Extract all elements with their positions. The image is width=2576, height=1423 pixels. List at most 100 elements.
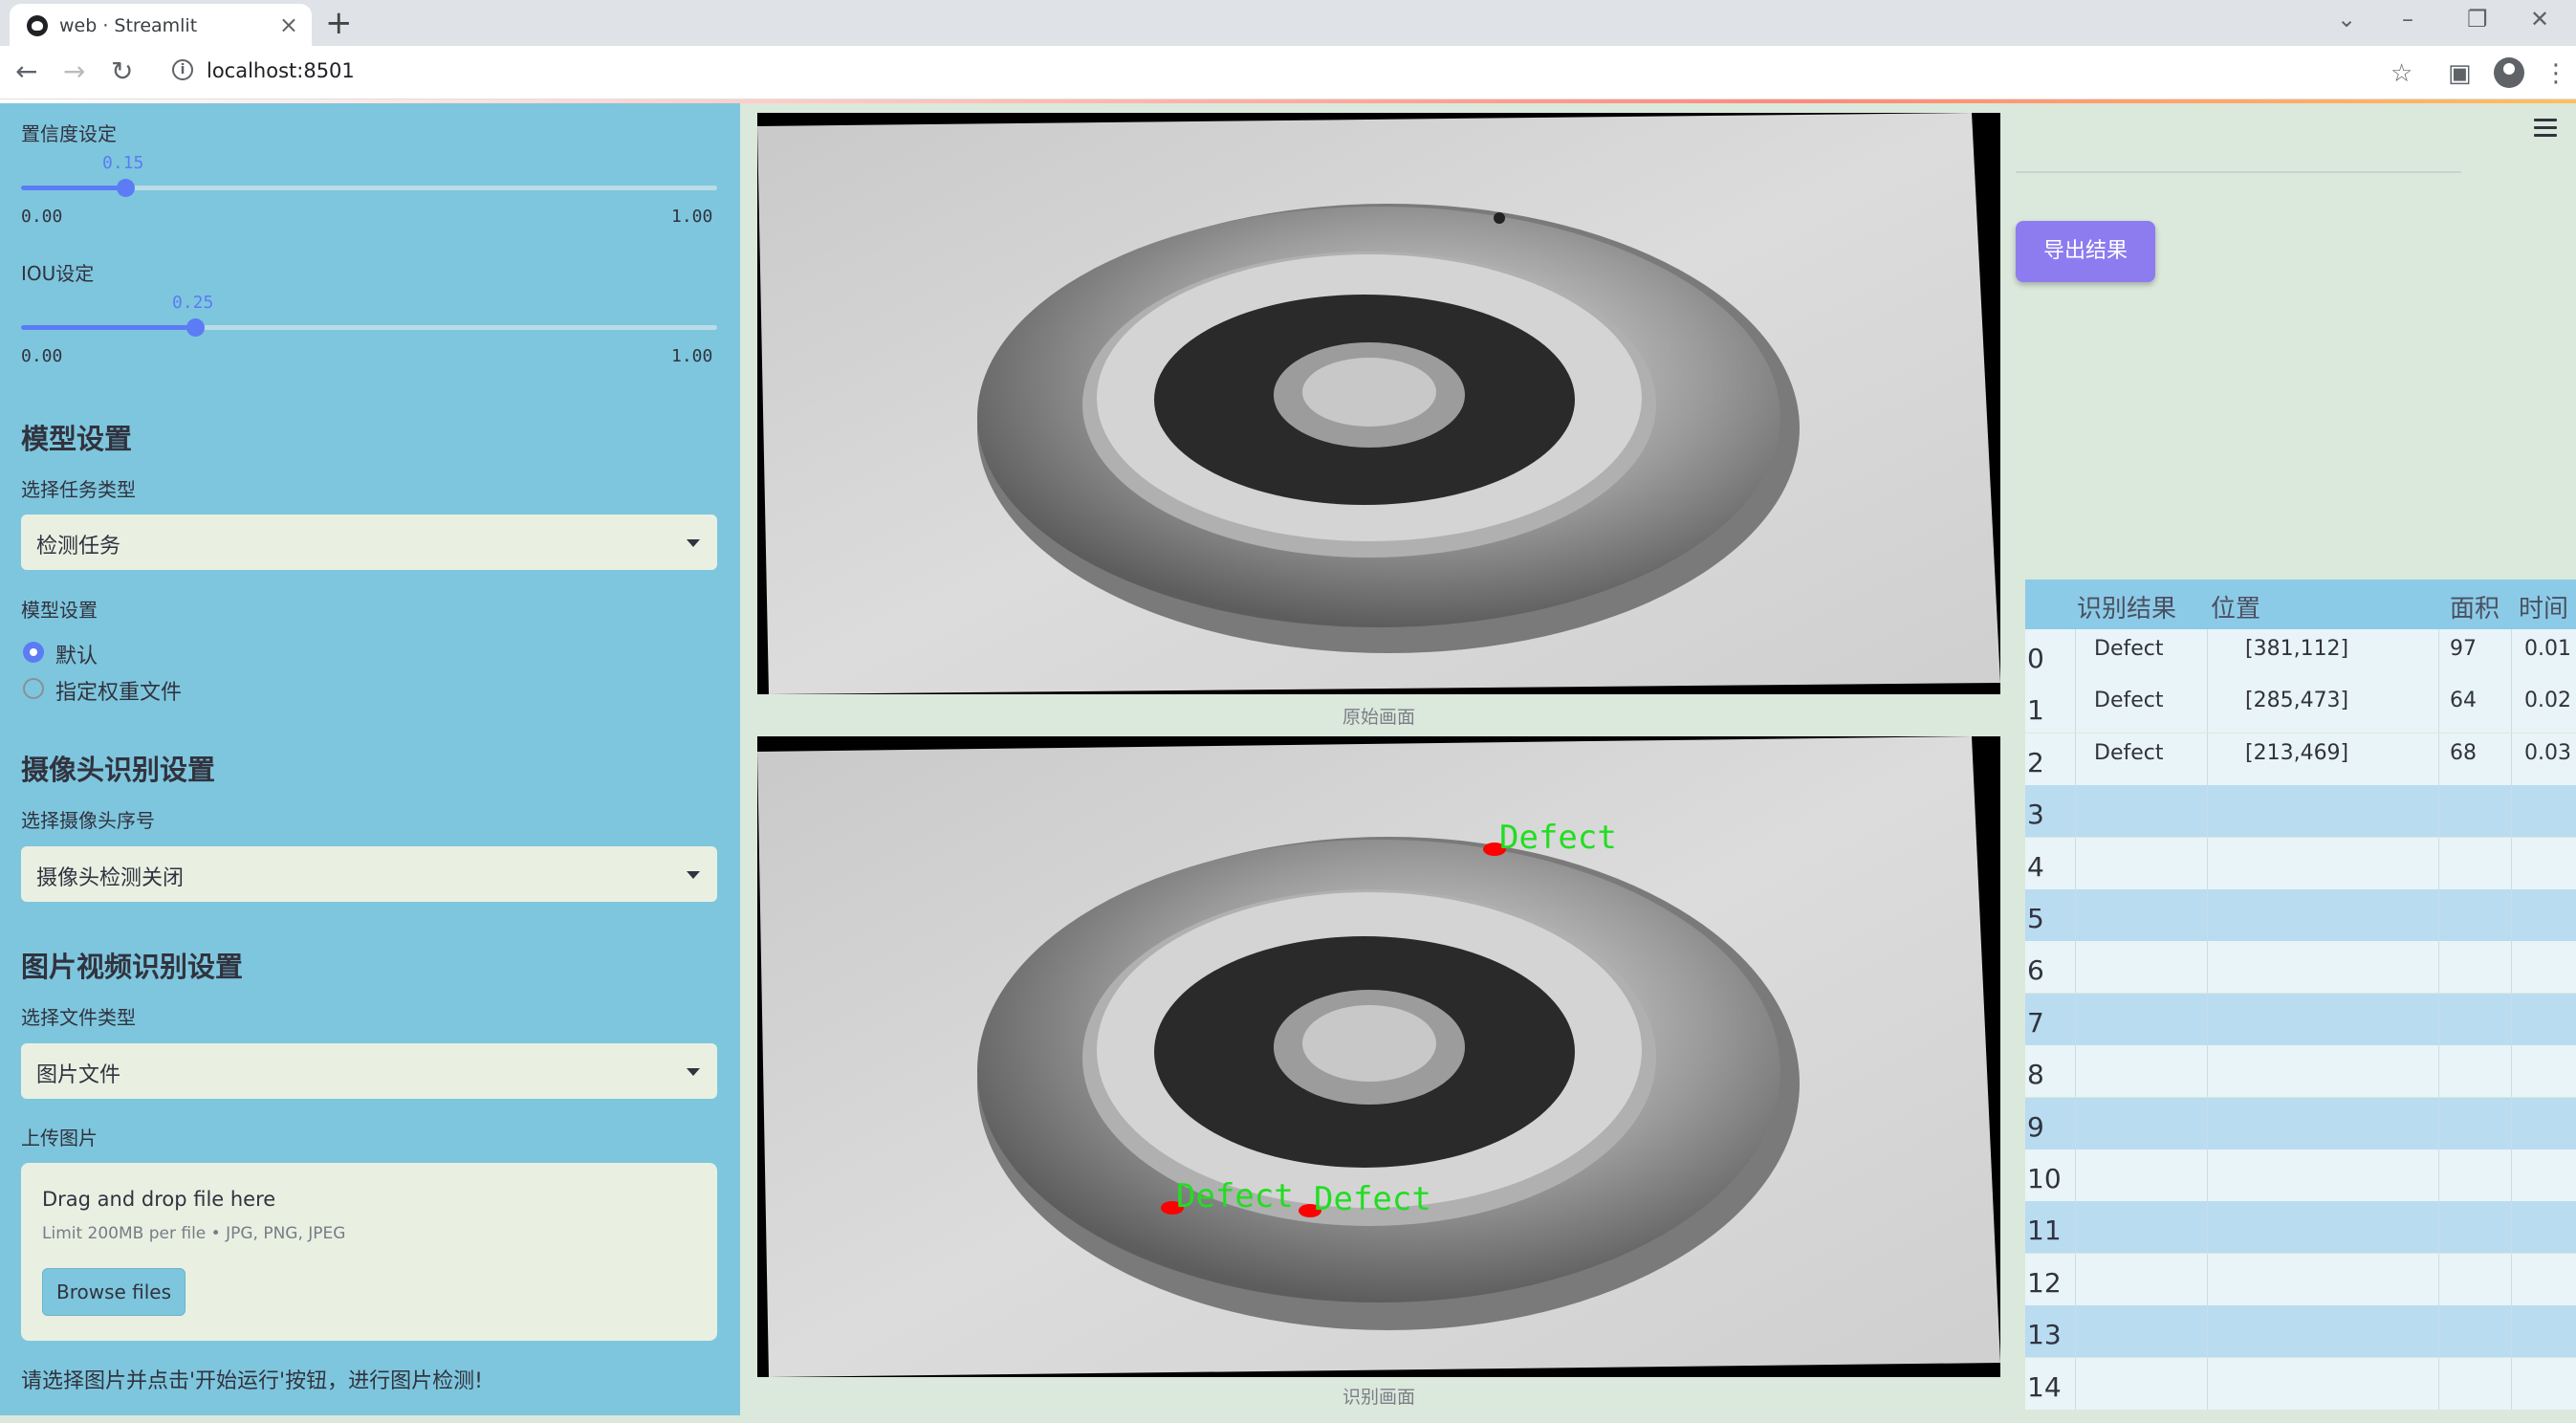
column-divider <box>2438 889 2439 941</box>
column-divider <box>2438 941 2439 994</box>
back-icon[interactable]: ← <box>15 55 37 87</box>
table-row[interactable]: 3 <box>2025 785 2576 838</box>
table-row[interactable]: 4 <box>2025 837 2576 889</box>
column-divider <box>2438 837 2439 889</box>
chevron-down-icon <box>687 1068 700 1076</box>
dropzone-limit: Limit 200MB per file • JPG, PNG, JPEG <box>42 1224 346 1243</box>
tab-title: web · Streamlit <box>59 15 198 36</box>
upload-label: 上传图片 <box>21 1127 98 1149</box>
column-divider <box>2075 1305 2076 1358</box>
column-divider <box>2438 1201 2439 1254</box>
camera-index-label: 选择摄像头序号 <box>21 809 155 832</box>
column-divider <box>2511 1357 2512 1410</box>
file-type-label: 选择文件类型 <box>21 1006 136 1029</box>
column-divider <box>2207 1305 2208 1358</box>
new-tab-icon[interactable]: + <box>325 4 353 42</box>
iou-slider-thumb[interactable] <box>186 318 205 337</box>
radio-custom-weights[interactable] <box>23 678 44 699</box>
table-row[interactable]: 5 <box>2025 889 2576 941</box>
confidence-slider-thumb[interactable] <box>117 179 135 197</box>
col-area-header[interactable]: 面积 <box>2450 589 2500 624</box>
table-row[interactable]: 14 <box>2025 1357 2576 1410</box>
column-divider <box>2075 785 2076 838</box>
browser-menu-icon[interactable]: ⋮ <box>2543 59 2568 88</box>
iou-value: 0.25 <box>172 293 214 313</box>
result-image: Defect Defect Defect <box>757 736 2000 1377</box>
column-divider <box>2207 837 2208 889</box>
file-uploader-dropzone[interactable]: Drag and drop file here Limit 200MB per … <box>21 1163 717 1341</box>
forward-icon[interactable]: → <box>63 55 85 87</box>
column-divider <box>2511 837 2512 889</box>
address-bar[interactable]: i localhost:8501 <box>155 54 2469 92</box>
hamburger-menu-icon[interactable] <box>2534 119 2557 138</box>
table-row[interactable]: 11 <box>2025 1201 2576 1254</box>
table-header: 识别结果 位置 面积 时间 <box>2025 580 2576 629</box>
confidence-label: 置信度设定 <box>21 122 117 145</box>
column-divider <box>2438 1097 2439 1149</box>
restore-icon[interactable]: ❐ <box>2467 6 2488 33</box>
site-info-icon[interactable]: i <box>172 59 193 80</box>
minimize-icon[interactable]: – <box>2402 6 2413 33</box>
column-divider <box>2438 1149 2439 1201</box>
result-caption: 识别画面 <box>1342 1387 1415 1408</box>
radio-default-label[interactable]: 默认 <box>55 639 98 669</box>
bookmark-star-icon[interactable]: ☆ <box>2390 59 2412 88</box>
file-type-select[interactable]: 图片文件 <box>21 1043 717 1099</box>
streamlit-favicon-icon <box>27 15 48 36</box>
col-time-header[interactable]: 时间 <box>2519 589 2568 624</box>
table-row[interactable]: 2 Defect [213,469] 68 0.03 <box>2025 733 2576 785</box>
table-row[interactable]: 8 <box>2025 1045 2576 1098</box>
iou-slider[interactable] <box>21 318 717 337</box>
column-divider <box>2075 1097 2076 1149</box>
column-divider <box>2511 941 2512 994</box>
tab-close-icon[interactable]: × <box>279 11 298 38</box>
column-divider <box>2438 785 2439 838</box>
table-row[interactable]: 12 <box>2025 1253 2576 1305</box>
col-position-header[interactable]: 位置 <box>2211 589 2260 624</box>
task-type-select[interactable]: 检测任务 <box>21 514 717 570</box>
column-divider <box>2511 1045 2512 1098</box>
table-row[interactable]: 7 <box>2025 993 2576 1045</box>
table-row[interactable]: 9 <box>2025 1097 2576 1149</box>
model-settings-label: 模型设置 <box>21 599 98 622</box>
table-row[interactable]: 13 <box>2025 1305 2576 1358</box>
browser-tab-bar: web · Streamlit × + ⌄ – ❐ ✕ <box>0 0 2576 46</box>
column-divider <box>2207 629 2208 681</box>
column-divider <box>2207 941 2208 994</box>
confidence-slider[interactable] <box>21 179 717 197</box>
tab-search-chevron-icon[interactable]: ⌄ <box>2337 6 2356 33</box>
camera-index-select[interactable]: 摄像头检测关闭 <box>21 846 717 902</box>
browser-tab[interactable]: web · Streamlit × <box>10 4 312 46</box>
radio-custom-weights-label[interactable]: 指定权重文件 <box>55 675 182 706</box>
export-results-button[interactable]: 导出结果 <box>2016 221 2155 282</box>
reload-icon[interactable]: ↻ <box>111 55 133 87</box>
row-index: 14 <box>2027 1370 2062 1403</box>
original-image-drawing <box>757 113 2000 694</box>
url-text[interactable]: localhost:8501 <box>207 59 355 82</box>
iou-label: IOU设定 <box>21 262 95 285</box>
column-divider <box>2207 733 2208 785</box>
chevron-down-icon <box>687 539 700 547</box>
col-result-header[interactable]: 识别结果 <box>2077 589 2176 624</box>
browse-files-button[interactable]: Browse files <box>42 1268 186 1316</box>
column-divider <box>2511 889 2512 941</box>
confidence-max: 1.00 <box>671 207 713 227</box>
instruction-text: 请选择图片并点击'开始运行'按钮，进行图片检测! <box>21 1369 483 1393</box>
browser-toolbar: ← → ↻ i localhost:8501 ☆ ▣ ⋮ <box>0 46 2576 99</box>
table-row[interactable]: 10 <box>2025 1149 2576 1201</box>
table-row[interactable]: 6 <box>2025 941 2576 994</box>
window-close-icon[interactable]: ✕ <box>2530 6 2549 33</box>
model-settings-heading: 模型设置 <box>21 423 133 455</box>
table-row[interactable]: 0 Defect [381,112] 97 0.01 <box>2025 629 2576 681</box>
side-panel-icon[interactable]: ▣ <box>2448 59 2472 88</box>
table-row[interactable]: 1 Defect [285,473] 64 0.02 <box>2025 681 2576 733</box>
detection-label-1: Defect <box>1176 1177 1294 1215</box>
profile-avatar-icon[interactable] <box>2494 57 2524 88</box>
result-image-drawing: Defect Defect Defect <box>757 736 2000 1377</box>
column-divider <box>2075 837 2076 889</box>
camera-index-value: 摄像头检测关闭 <box>36 866 185 890</box>
radio-default[interactable] <box>23 642 44 663</box>
iou-max: 1.00 <box>671 346 713 366</box>
column-divider <box>2075 1357 2076 1410</box>
column-divider <box>2207 993 2208 1045</box>
